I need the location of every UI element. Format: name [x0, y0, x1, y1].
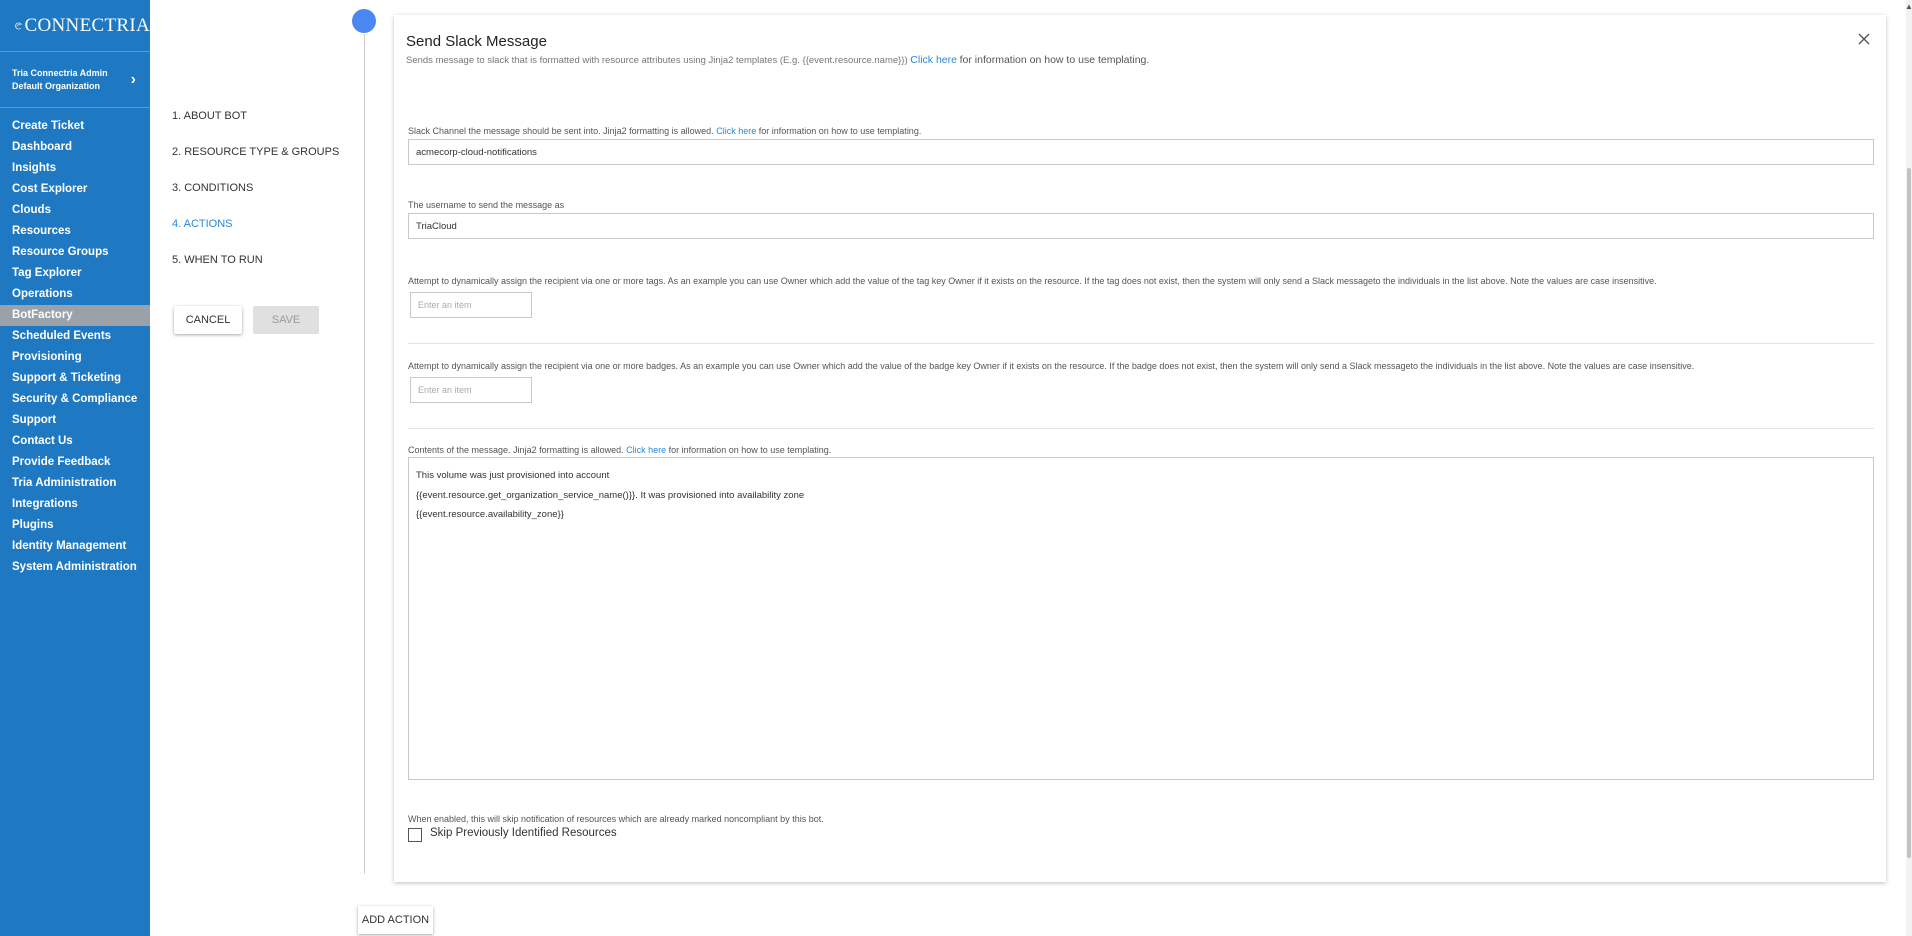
save-button[interactable]: SAVE — [253, 306, 319, 334]
sidebar-item-clouds[interactable]: Clouds — [0, 200, 150, 221]
sidebar-item-integrations[interactable]: Integrations — [0, 494, 150, 515]
scroll-up-icon[interactable]: ▲ — [1905, 2, 1912, 11]
skip-help-text: When enabled, this will skip notificatio… — [408, 814, 824, 824]
wizard-step-2[interactable]: 2. RESOURCE TYPE & GROUPS — [172, 146, 339, 158]
sidebar-item-contact-us[interactable]: Contact Us — [0, 431, 150, 452]
message-line: {{event.resource.availability_zone}} — [416, 509, 564, 520]
contents-label: Contents of the message. Jinja2 formatti… — [408, 445, 832, 455]
divider — [408, 343, 1874, 344]
skip-checkbox[interactable] — [408, 828, 422, 842]
channel-help-link[interactable]: Click here — [716, 126, 756, 136]
scrollbar-thumb[interactable] — [1907, 168, 1911, 858]
sidebar-item-support-ticketing[interactable]: Support & Ticketing — [0, 368, 150, 389]
action-description: Sends message to slack that is formatted… — [406, 54, 1150, 66]
timeline-line — [364, 34, 365, 874]
skip-checkbox-label[interactable]: Skip Previously Identified Resources — [430, 827, 617, 839]
sidebar-item-tag-explorer[interactable]: Tag Explorer — [0, 263, 150, 284]
badges-input[interactable]: Enter an item — [410, 377, 532, 403]
wizard-step-1[interactable]: 1. ABOUT BOT — [172, 110, 247, 122]
contents-help-link[interactable]: Click here — [626, 445, 666, 455]
user-switcher[interactable]: Tria Connectria Admin Default Organizati… — [0, 52, 150, 108]
wizard-step-5[interactable]: 5. WHEN TO RUN — [172, 254, 263, 266]
connectria-logo-icon — [15, 22, 22, 29]
timeline-dot — [352, 9, 376, 33]
sidebar-item-system-administration[interactable]: System Administration — [0, 557, 150, 578]
tags-label: Attempt to dynamically assign the recipi… — [408, 276, 1657, 286]
sidebar-item-insights[interactable]: Insights — [0, 158, 150, 179]
sidebar-item-cost-explorer[interactable]: Cost Explorer — [0, 179, 150, 200]
sidebar-item-plugins[interactable]: Plugins — [0, 515, 150, 536]
username-input[interactable]: TriaCloud — [408, 213, 1874, 239]
tags-input[interactable]: Enter an item — [410, 292, 532, 318]
brand-name: CONNECTRIA — [24, 14, 150, 36]
action-card: Send Slack Message Sends message to slac… — [394, 15, 1886, 882]
sidebar-item-dashboard[interactable]: Dashboard — [0, 137, 150, 158]
sidebar-item-support[interactable]: Support — [0, 410, 150, 431]
organization-name: Default Organization — [12, 80, 101, 91]
brand-logo[interactable]: CONNECTRIA — [0, 0, 150, 52]
sidebar-item-operations[interactable]: Operations — [0, 284, 150, 305]
wizard-steps: 1. ABOUT BOT 2. RESOURCE TYPE & GROUPS 3. … — [150, 0, 350, 936]
wizard-step-4[interactable]: 4. ACTIONS — [172, 218, 233, 230]
message-line: {{event.resource.get_organization_servic… — [416, 489, 805, 501]
sidebar-item-identity-management[interactable]: Identity Management — [0, 536, 150, 557]
sidebar-item-scheduled-events[interactable]: Scheduled Events — [0, 326, 150, 347]
sidebar-item-resources[interactable]: Resources — [0, 221, 150, 242]
close-icon[interactable] — [1856, 31, 1872, 47]
chevron-right-icon[interactable]: › — [131, 71, 136, 89]
message-line: This volume was just provisioned into ac… — [416, 470, 610, 481]
sidebar-nav: Create Ticket Dashboard Insights Cost Explo… — [0, 116, 150, 578]
sidebar-item-security-compliance[interactable]: Security & Compliance — [0, 389, 150, 410]
slack-channel-input[interactable]: acmecorp-cloud-notifications — [408, 139, 1874, 165]
sidebar: CONNECTRIA Tria Connectria Admin Default… — [0, 0, 150, 936]
action-title: Send Slack Message — [406, 33, 547, 50]
username-label: The username to send the message as — [408, 200, 565, 210]
channel-label: Slack Channel the message should be sent… — [408, 126, 922, 136]
sidebar-item-provide-feedback[interactable]: Provide Feedback — [0, 452, 150, 473]
cancel-button[interactable]: CANCEL — [174, 306, 242, 334]
sidebar-item-provisioning[interactable]: Provisioning — [0, 347, 150, 368]
user-name: Tria Connectria Admin — [12, 67, 108, 78]
sidebar-item-resource-groups[interactable]: Resource Groups — [0, 242, 150, 263]
badges-label: Attempt to dynamically assign the recipi… — [408, 361, 1695, 371]
divider — [408, 428, 1874, 429]
wizard-step-3[interactable]: 3. CONDITIONS — [172, 182, 253, 194]
message-contents-textarea[interactable]: This volume was just provisioned into ac… — [408, 457, 1874, 780]
add-action-button[interactable]: ADD ACTION — [358, 906, 433, 934]
sidebar-item-tria-administration[interactable]: Tria Administration — [0, 473, 150, 494]
sidebar-item-botfactory[interactable]: BotFactory — [0, 305, 150, 326]
sidebar-item-create-ticket[interactable]: Create Ticket — [0, 116, 150, 137]
templating-help-link[interactable]: Click here — [910, 54, 957, 66]
